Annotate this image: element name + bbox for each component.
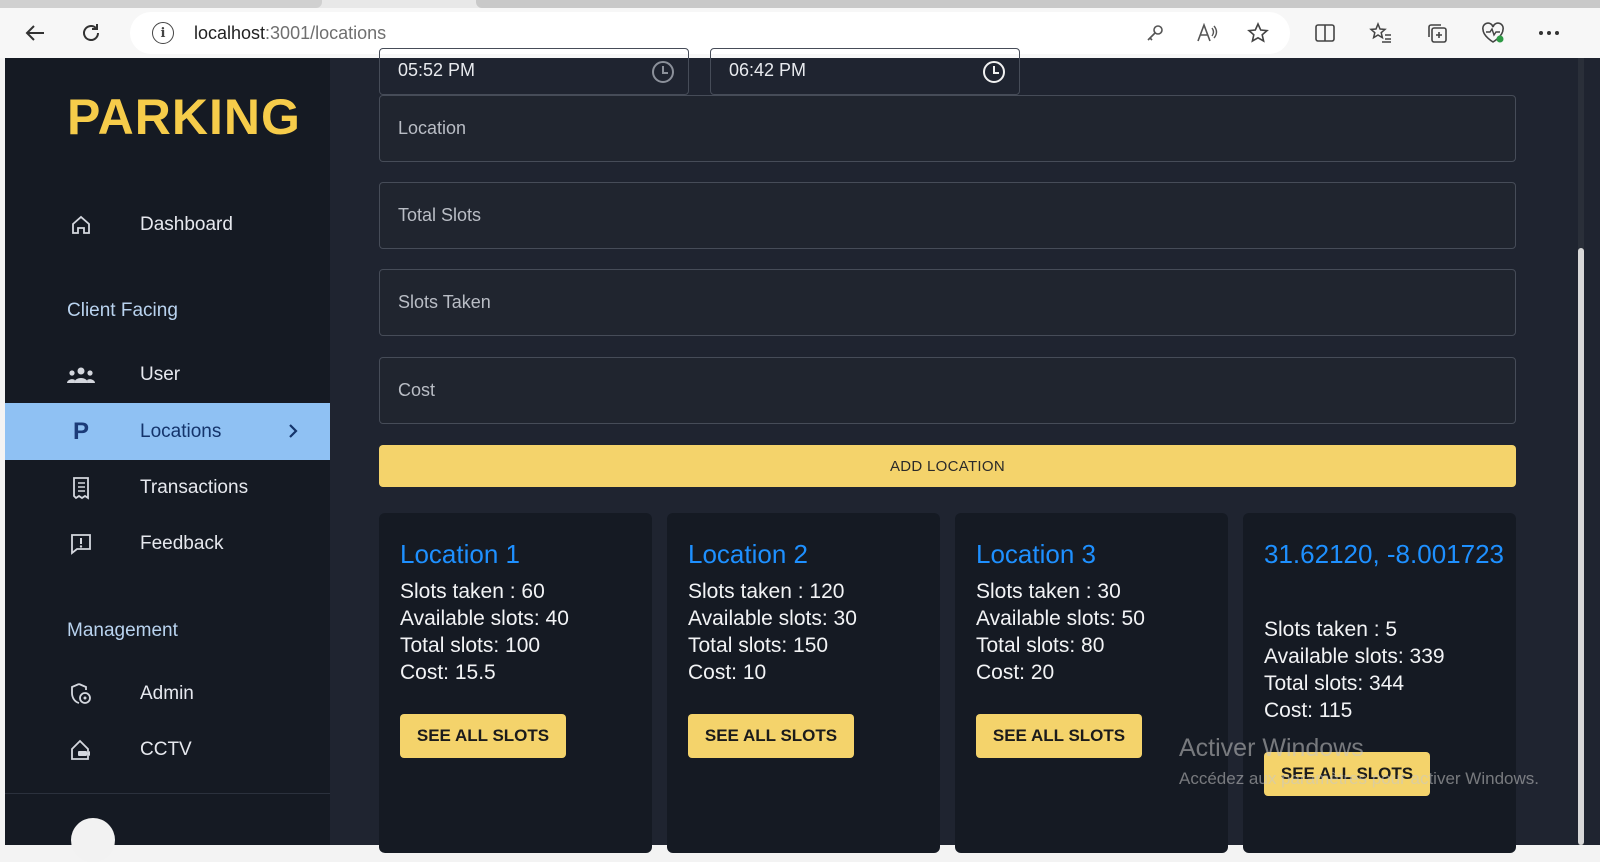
cost-text: Cost: 15.5 bbox=[400, 661, 496, 684]
avatar[interactable] bbox=[71, 818, 115, 862]
total-slots-text: Total slots: 100 bbox=[400, 634, 541, 657]
scrollbar-thumb[interactable] bbox=[1578, 248, 1584, 845]
location-stats: Slots taken : 60 Available slots: 40 Tot… bbox=[400, 578, 569, 686]
add-location-button[interactable]: ADD LOCATION bbox=[379, 445, 1516, 487]
slots-taken-text: Slots taken : 30 bbox=[976, 580, 1121, 603]
browser-tab[interactable] bbox=[0, 0, 322, 8]
clock-icon[interactable] bbox=[652, 61, 674, 83]
location-stats: Slots taken : 5 Available slots: 339 Tot… bbox=[1264, 616, 1445, 724]
location-card: Location 1 Slots taken : 60 Available sl… bbox=[379, 513, 652, 853]
available-slots-text: Available slots: 339 bbox=[1264, 645, 1445, 668]
chevron-right-icon bbox=[287, 419, 299, 445]
sidebar-item-cctv[interactable]: CCTV bbox=[5, 721, 330, 778]
users-icon bbox=[67, 361, 95, 389]
location-card: Location 2 Slots taken : 120 Available s… bbox=[667, 513, 940, 853]
see-all-slots-button[interactable]: SEE ALL SLOTS bbox=[1264, 752, 1430, 796]
available-slots-text: Available slots: 30 bbox=[688, 607, 857, 630]
total-slots-text: Total slots: 80 bbox=[976, 634, 1105, 657]
sidebar-item-label: Transactions bbox=[140, 476, 249, 498]
sidebar-item-label: Admin bbox=[140, 682, 194, 704]
sidebar: PARKING Dashboard Client Facing User P L… bbox=[5, 58, 330, 862]
location-title[interactable]: 31.62120, -8.001723 bbox=[1264, 535, 1504, 573]
cost-text: Cost: 10 bbox=[688, 661, 767, 684]
key-icon[interactable] bbox=[1138, 16, 1172, 50]
see-all-slots-button[interactable]: SEE ALL SLOTS bbox=[400, 714, 566, 758]
slots-taken-text: Slots taken : 5 bbox=[1264, 618, 1398, 641]
sidebar-item-transactions[interactable]: Transactions bbox=[5, 459, 330, 516]
cctv-home-icon bbox=[67, 736, 95, 764]
home-icon bbox=[67, 211, 95, 239]
sidebar-item-feedback[interactable]: Feedback bbox=[5, 515, 330, 572]
end-time-value: 06:42 PM bbox=[729, 60, 807, 80]
see-all-slots-button[interactable]: SEE ALL SLOTS bbox=[976, 714, 1142, 758]
receipt-icon bbox=[67, 474, 95, 502]
sidebar-divider bbox=[5, 793, 330, 794]
clock-icon[interactable] bbox=[983, 61, 1005, 83]
read-aloud-icon[interactable] bbox=[1190, 16, 1224, 50]
split-screen-icon[interactable] bbox=[1308, 16, 1342, 50]
see-all-slots-button[interactable]: SEE ALL SLOTS bbox=[688, 714, 854, 758]
sidebar-item-label: CCTV bbox=[140, 738, 192, 760]
refresh-icon[interactable] bbox=[74, 16, 108, 50]
sidebar-item-label: Feedback bbox=[140, 532, 224, 554]
sidebar-item-label: Locations bbox=[140, 420, 222, 442]
cost-input[interactable]: Cost bbox=[379, 357, 1516, 424]
sidebar-item-label: User bbox=[140, 363, 181, 385]
sidebar-item-user[interactable]: User bbox=[5, 346, 330, 403]
available-slots-text: Available slots: 40 bbox=[400, 607, 569, 630]
location-card: 31.62120, -8.001723 Slots taken : 5 Avai… bbox=[1243, 513, 1516, 853]
favorites-list-icon[interactable] bbox=[1364, 16, 1398, 50]
favorite-star-icon[interactable] bbox=[1241, 16, 1275, 50]
address-bar[interactable]: i localhost:3001/locations bbox=[130, 12, 1290, 54]
section-management: Management bbox=[67, 620, 178, 641]
slots-taken-input[interactable]: Slots Taken bbox=[379, 269, 1516, 336]
browser-tab-strip bbox=[0, 0, 1600, 8]
end-time-picker[interactable]: 06:42 PM bbox=[710, 48, 1020, 95]
browser-essentials-icon[interactable] bbox=[1476, 16, 1510, 50]
address-url[interactable]: localhost:3001/locations bbox=[194, 23, 386, 44]
browser-tab[interactable] bbox=[476, 0, 1600, 8]
total-slots-input[interactable]: Total Slots bbox=[379, 182, 1516, 249]
location-input[interactable]: Location bbox=[379, 95, 1516, 162]
sidebar-item-admin[interactable]: Admin bbox=[5, 665, 330, 722]
parking-p-icon: P bbox=[72, 417, 89, 445]
total-slots-text: Total slots: 344 bbox=[1264, 672, 1405, 695]
location-stats: Slots taken : 30 Available slots: 50 Tot… bbox=[976, 578, 1145, 686]
start-time-value: 05:52 PM bbox=[398, 60, 476, 80]
cost-text: Cost: 20 bbox=[976, 661, 1055, 684]
sidebar-item-dashboard[interactable]: Dashboard bbox=[5, 196, 330, 253]
main-content: 05:52 PM 06:42 PM Location Total Slots S… bbox=[330, 48, 1566, 853]
more-options-icon[interactable] bbox=[1532, 16, 1566, 50]
app-window: PARKING Dashboard Client Facing User P L… bbox=[5, 48, 1600, 862]
admin-shield-icon bbox=[67, 680, 95, 708]
section-client-facing: Client Facing bbox=[67, 300, 178, 321]
start-time-picker[interactable]: 05:52 PM bbox=[379, 48, 689, 95]
location-title[interactable]: Location 3 bbox=[976, 535, 1216, 573]
feedback-icon bbox=[67, 530, 95, 558]
location-card: Location 3 Slots taken : 30 Available sl… bbox=[955, 513, 1228, 853]
total-slots-text: Total slots: 150 bbox=[688, 634, 829, 657]
location-stats: Slots taken : 120 Available slots: 30 To… bbox=[688, 578, 857, 686]
slots-taken-text: Slots taken : 120 bbox=[688, 580, 845, 603]
sidebar-item-locations[interactable]: P Locations bbox=[5, 403, 330, 460]
page-scrollbar[interactable] bbox=[1566, 58, 1600, 845]
cost-text: Cost: 115 bbox=[1264, 699, 1353, 722]
sidebar-item-label: Dashboard bbox=[140, 213, 233, 235]
location-title[interactable]: Location 2 bbox=[688, 535, 928, 573]
site-info-icon[interactable]: i bbox=[152, 22, 174, 44]
collections-icon[interactable] bbox=[1420, 16, 1454, 50]
slots-taken-text: Slots taken : 60 bbox=[400, 580, 545, 603]
location-title[interactable]: Location 1 bbox=[400, 535, 640, 573]
available-slots-text: Available slots: 50 bbox=[976, 607, 1145, 630]
back-arrow-icon[interactable] bbox=[18, 16, 52, 50]
brand-logo[interactable]: PARKING bbox=[67, 88, 301, 146]
